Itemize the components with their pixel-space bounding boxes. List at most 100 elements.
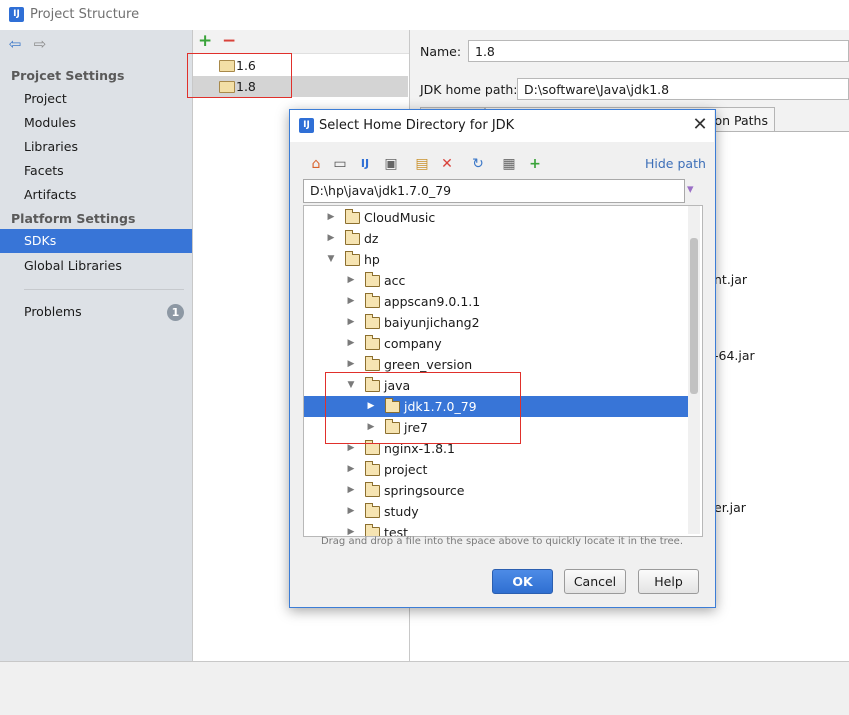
- folder-icon: [365, 272, 380, 287]
- folder-icon: [365, 440, 380, 455]
- collapsed-arrow-icon[interactable]: ▶: [346, 270, 356, 291]
- tree-node[interactable]: ▶ project: [304, 459, 689, 480]
- collapsed-arrow-icon[interactable]: ▶: [346, 354, 356, 375]
- forward-arrow-icon[interactable]: ⇨: [32, 36, 48, 52]
- section-title-platform-settings: Platform Settings: [11, 211, 136, 226]
- sdk-list-item-label: 1.8: [236, 79, 256, 94]
- drag-drop-hint: Drag and drop a file into the space abov…: [320, 536, 684, 547]
- sidebar-item-facets[interactable]: Facets: [0, 159, 192, 183]
- help-button[interactable]: Help: [638, 569, 699, 594]
- sdk-folder-icon: [219, 60, 235, 72]
- tree-node-label: dz: [364, 231, 379, 246]
- hide-path-link[interactable]: Hide path: [645, 156, 706, 171]
- window-title: Project Structure: [30, 7, 140, 22]
- collapsed-arrow-icon[interactable]: ▶: [366, 417, 376, 438]
- collapsed-arrow-icon[interactable]: ▶: [346, 333, 356, 354]
- folder-icon: [365, 503, 380, 518]
- home-icon[interactable]: ⌂: [307, 155, 325, 173]
- tree-node[interactable]: ▶ green_version: [304, 354, 689, 375]
- tree-node[interactable]: ▶ jre7: [304, 417, 689, 438]
- directory-tree[interactable]: ▶ CloudMusic ▶ dz ▼ hp ▶ acc ▶ appscan9.0.1.1 ▶ bai…: [303, 205, 703, 537]
- collapsed-arrow-icon[interactable]: ▶: [326, 228, 336, 249]
- tree-node[interactable]: ▶ nginx-1.8.1: [304, 438, 689, 459]
- tree-node[interactable]: ▶ study: [304, 501, 689, 522]
- section-title-project-settings: Projcet Settings: [11, 68, 125, 83]
- tree-node[interactable]: ▶ appscan9.0.1.1: [304, 291, 689, 312]
- tree-node-label: appscan9.0.1.1: [384, 294, 481, 309]
- sidebar-item-sdks[interactable]: SDKs: [0, 229, 192, 253]
- tree-node[interactable]: ▶ test: [304, 522, 689, 537]
- tree-node[interactable]: ▶ baiyunjichang2: [304, 312, 689, 333]
- sidebar-item-artifacts[interactable]: Artifacts: [0, 183, 192, 207]
- collapsed-arrow-icon[interactable]: ▶: [346, 480, 356, 501]
- folder-icon: [365, 335, 380, 350]
- project-icon[interactable]: IJ: [356, 155, 374, 173]
- collapsed-arrow-icon[interactable]: ▶: [346, 312, 356, 333]
- add-sdk-icon[interactable]: +: [198, 31, 212, 51]
- back-arrow-icon[interactable]: ⇦: [7, 36, 23, 52]
- sidebar-item-libraries[interactable]: Libraries: [0, 135, 192, 159]
- tree-node-label: nginx-1.8.1: [384, 441, 455, 456]
- new-folder-icon[interactable]: ▤: [413, 155, 431, 173]
- classpath-entry: -64.jar: [714, 348, 755, 363]
- tree-node-label: acc: [384, 273, 406, 288]
- folder-icon: [345, 251, 360, 266]
- folder-icon: [345, 209, 360, 224]
- sidebar-item-project[interactable]: Project: [0, 87, 192, 111]
- delete-icon[interactable]: ✕: [438, 155, 456, 173]
- tree-node[interactable]: ▶ company: [304, 333, 689, 354]
- collapsed-arrow-icon[interactable]: ▶: [346, 501, 356, 522]
- tree-node[interactable]: ▼ java: [304, 375, 689, 396]
- tree-node-label: jre7: [404, 420, 428, 435]
- tree-node-label: hp: [364, 252, 380, 267]
- folder-icon: [345, 230, 360, 245]
- problems-count-badge: 1: [167, 304, 184, 321]
- module-icon[interactable]: ▣: [382, 155, 400, 173]
- collapsed-arrow-icon[interactable]: ▶: [346, 291, 356, 312]
- path-input[interactable]: D:\hp\java\jdk1.7.0_79: [303, 179, 685, 203]
- jdk-home-path-field[interactable]: D:\software\Java\jdk1.8: [517, 78, 849, 100]
- tree-node[interactable]: ▼ hp: [304, 249, 689, 270]
- tree-scrollbar-thumb[interactable]: [690, 238, 698, 394]
- folder-icon: [365, 377, 380, 392]
- collapsed-arrow-icon[interactable]: ▶: [346, 459, 356, 480]
- dialog-title: Select Home Directory for JDK: [319, 118, 515, 133]
- close-icon[interactable]: ✕: [690, 114, 710, 136]
- collapsed-arrow-icon[interactable]: ▶: [366, 396, 376, 417]
- sidebar-divider: [24, 289, 184, 290]
- sidebar-item-global-libraries[interactable]: Global Libraries: [0, 254, 192, 278]
- sdk-folder-icon: [219, 81, 235, 93]
- cancel-button[interactable]: Cancel: [564, 569, 626, 594]
- remove-sdk-icon[interactable]: −: [222, 31, 236, 51]
- tree-node[interactable]: ▶ springsource: [304, 480, 689, 501]
- tree-node[interactable]: ▶ jdk1.7.0_79: [304, 396, 689, 417]
- name-field[interactable]: 1.8: [468, 40, 849, 62]
- name-label: Name:: [420, 44, 462, 59]
- desktop-icon[interactable]: ▭: [331, 155, 349, 173]
- sidebar-item-modules[interactable]: Modules: [0, 111, 192, 135]
- expanded-arrow-icon[interactable]: ▼: [346, 375, 356, 396]
- path-history-icon[interactable]: ▾: [687, 181, 699, 199]
- folder-icon: [385, 419, 400, 434]
- sidebar-item-problems[interactable]: Problems: [0, 300, 192, 324]
- tree-node-label: CloudMusic: [364, 210, 436, 225]
- ok-button[interactable]: OK: [492, 569, 553, 594]
- tree-node[interactable]: ▶ dz: [304, 228, 689, 249]
- bottom-button-bar: [0, 661, 849, 715]
- collapsed-arrow-icon[interactable]: ▶: [326, 207, 336, 228]
- show-hidden-icon[interactable]: ▦: [500, 155, 518, 173]
- refresh-icon[interactable]: ↻: [469, 155, 487, 173]
- tree-node-label: company: [384, 336, 442, 351]
- expand-icon[interactable]: +: [526, 155, 544, 173]
- tree-node[interactable]: ▶ acc: [304, 270, 689, 291]
- tree-node-label: baiyunjichang2: [384, 315, 480, 330]
- collapsed-arrow-icon[interactable]: ▶: [346, 438, 356, 459]
- expanded-arrow-icon[interactable]: ▼: [326, 249, 336, 270]
- tree-node-label: test: [384, 525, 409, 537]
- folder-icon: [365, 482, 380, 497]
- collapsed-arrow-icon[interactable]: ▶: [346, 522, 356, 536]
- tree-node-label: java: [384, 378, 411, 393]
- tree-node-label: project: [384, 462, 428, 477]
- tree-node[interactable]: ▶ CloudMusic: [304, 207, 689, 228]
- folder-icon: [365, 314, 380, 329]
